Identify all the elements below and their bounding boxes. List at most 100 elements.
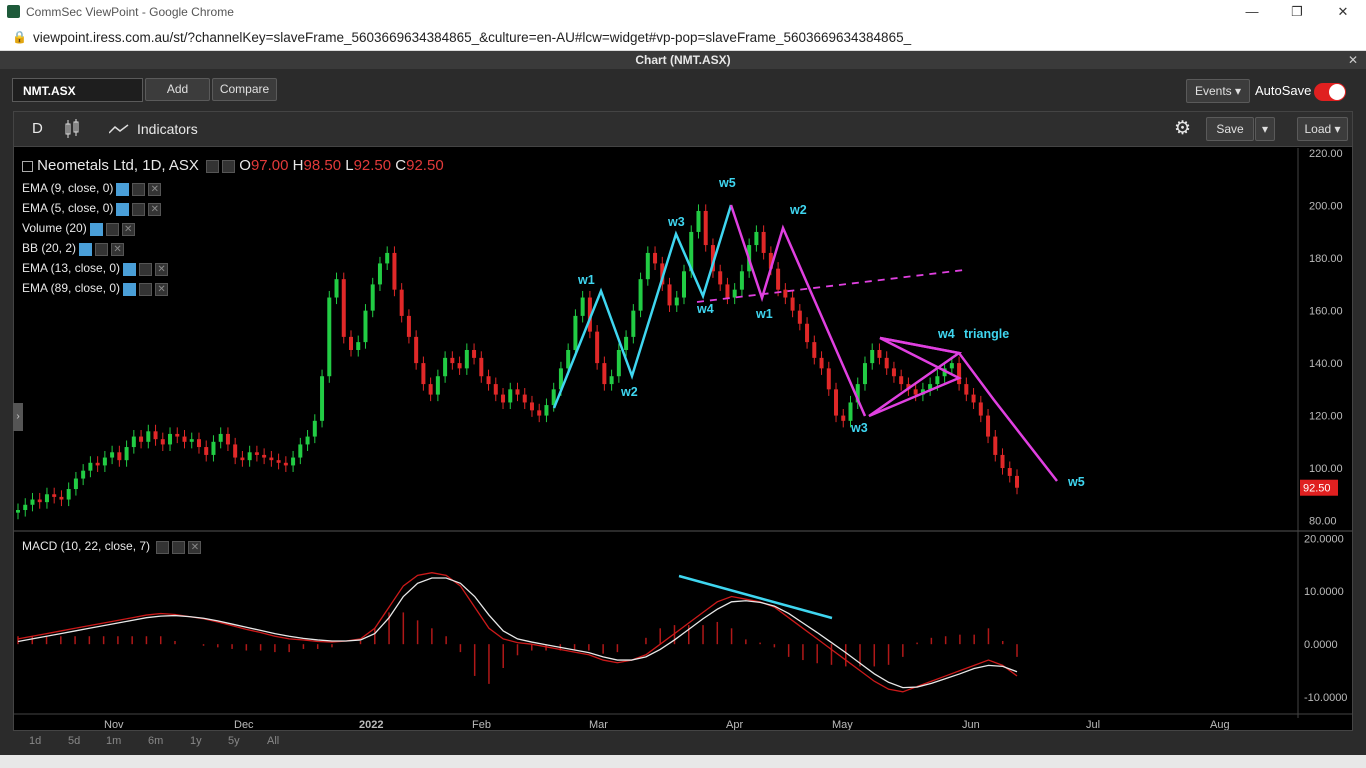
candle-body — [168, 433, 173, 445]
events-dropdown[interactable]: Events ▾ — [1186, 79, 1250, 103]
time-tick-label: Feb — [472, 719, 491, 730]
price-tick-label: 140.00 — [1309, 358, 1343, 370]
candle-body — [949, 363, 954, 369]
candle-body — [327, 297, 332, 377]
candle-body — [81, 470, 86, 479]
candle-body — [291, 457, 296, 466]
candle-body — [493, 384, 498, 395]
macd-tick-label: 10.0000 — [1304, 586, 1344, 598]
candle-body — [529, 402, 534, 411]
chart-toolbar: D Indicators ⚙ Save ▾ Load ▾ — [14, 112, 1352, 147]
close-button[interactable]: ✕ — [1328, 2, 1358, 22]
time-tick-label: 2022 — [359, 719, 383, 730]
chart-panel[interactable]: D Indicators ⚙ Save ▾ Load ▾ Neometals L… — [13, 111, 1353, 731]
candle-body — [645, 252, 650, 280]
indicators-button[interactable]: Indicators — [137, 121, 198, 137]
symbol-input[interactable]: NMT.ASX — [12, 78, 143, 102]
candle-body — [718, 271, 723, 285]
lock-icon: 🔒 — [12, 30, 27, 44]
wave-label: w4 — [696, 302, 714, 316]
candle-body — [1000, 454, 1005, 469]
candle-body — [95, 462, 100, 466]
candle-body — [146, 431, 151, 442]
candle-body — [739, 271, 744, 290]
range-1y[interactable]: 1y — [190, 735, 202, 747]
indicators-icon[interactable] — [109, 124, 129, 134]
candle-body — [377, 263, 382, 285]
restore-button[interactable]: ❐ — [1282, 2, 1312, 22]
candle-body — [696, 210, 701, 232]
side-panel-toggle[interactable]: › — [13, 403, 23, 431]
wave-label: w3 — [850, 421, 868, 435]
chart-window-title-bar: Chart (NMT.ASX) ✕ — [0, 51, 1366, 69]
candle-body — [819, 357, 824, 369]
candle-body — [52, 494, 57, 497]
address-bar[interactable]: 🔒 viewpoint.iress.com.au/st/?channelKey=… — [0, 24, 1366, 51]
candle-body — [602, 363, 607, 385]
candle-body — [175, 433, 180, 437]
candle-body — [848, 402, 853, 421]
candle-body — [624, 336, 629, 350]
candle-body — [363, 310, 368, 343]
candle-body — [247, 452, 252, 461]
candle-body — [298, 444, 303, 458]
candle-body — [406, 315, 411, 337]
footer — [0, 755, 1366, 768]
range-1d[interactable]: 1d — [29, 735, 41, 747]
window-close-icon[interactable]: ✕ — [1348, 51, 1358, 69]
wave-label: w2 — [789, 203, 807, 217]
candle-body — [667, 284, 672, 306]
candle-body — [877, 349, 882, 358]
add-button[interactable]: Add — [145, 78, 210, 101]
candle-body — [870, 349, 875, 364]
load-dropdown[interactable]: Load ▾ — [1297, 117, 1348, 141]
candle-body — [580, 297, 585, 316]
candle-body — [609, 376, 614, 385]
candle-body — [428, 384, 433, 395]
settings-gear-icon[interactable]: ⚙ — [1174, 117, 1191, 140]
range-6m[interactable]: 6m — [148, 735, 163, 747]
candle-body — [240, 457, 245, 461]
candle-body — [899, 376, 904, 385]
candle-body — [59, 496, 64, 500]
candle-body — [631, 310, 636, 337]
minimize-button[interactable]: — — [1237, 2, 1267, 22]
candle-body — [486, 376, 491, 385]
candle-body — [841, 415, 846, 421]
candle-body — [225, 433, 230, 445]
time-tick-label: Aug — [1210, 719, 1230, 730]
compare-button[interactable]: Compare — [212, 78, 277, 101]
candle-body — [110, 452, 115, 458]
chart-window-title: Chart (NMT.ASX) — [635, 53, 731, 67]
price-tick-label: 220.00 — [1309, 148, 1343, 160]
range-5d[interactable]: 5d — [68, 735, 80, 747]
candle-body — [276, 460, 281, 463]
candle-body — [682, 271, 686, 298]
price-tick-label: 160.00 — [1309, 306, 1343, 318]
wave-label: w4 — [937, 327, 955, 341]
save-dropdown-arrow[interactable]: ▾ — [1255, 117, 1275, 141]
range-all[interactable]: All — [267, 735, 279, 747]
candle-body — [370, 284, 375, 311]
macd-tick-label: 20.0000 — [1304, 533, 1344, 545]
candle-body — [776, 268, 781, 290]
price-tick-label: 100.00 — [1309, 463, 1343, 475]
candle-body — [964, 384, 969, 395]
candle-body — [797, 310, 802, 324]
save-button[interactable]: Save — [1206, 117, 1254, 141]
candle-body — [805, 323, 810, 343]
range-5y[interactable]: 5y — [228, 735, 240, 747]
candle-body — [283, 462, 288, 466]
url-text[interactable]: viewpoint.iress.com.au/st/?channelKey=sl… — [33, 30, 911, 45]
candle-body — [385, 252, 390, 264]
autosave-toggle[interactable] — [1314, 83, 1346, 101]
range-1m[interactable]: 1m — [106, 735, 121, 747]
candle-body — [435, 376, 440, 395]
signal-line — [17, 577, 1018, 689]
candle-body — [392, 252, 397, 290]
macd-tick-label: 0.0000 — [1304, 639, 1338, 651]
candle-body — [522, 394, 527, 403]
price-chart[interactable]: 220.00 200.00 180.00 160.00 140.00 120.00 100.… — [14, 148, 1352, 730]
interval-button[interactable]: D — [32, 120, 43, 137]
candle-type-icon[interactable] — [64, 119, 80, 139]
